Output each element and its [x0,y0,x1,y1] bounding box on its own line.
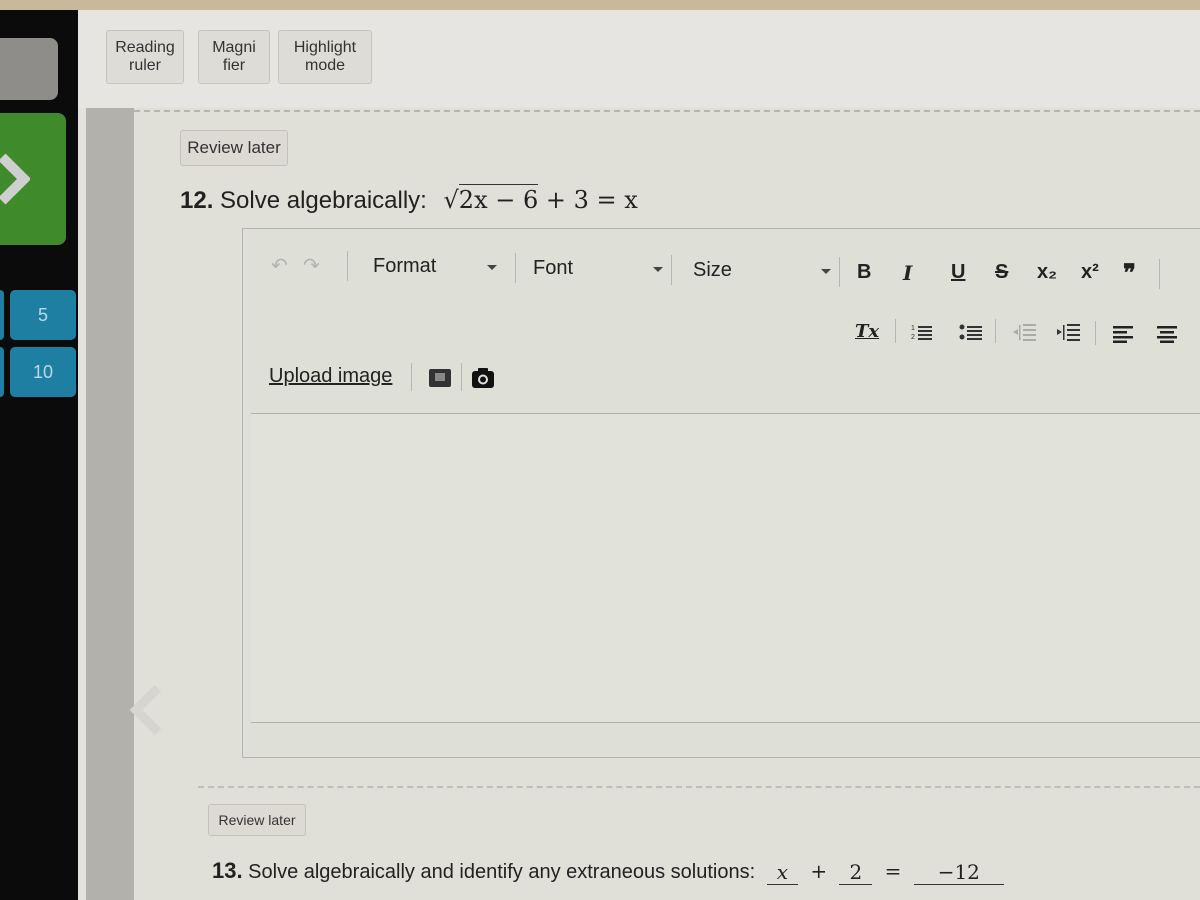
sqrt-symbol: √ [443,186,459,214]
redo-icon[interactable]: ↷ [303,253,320,278]
question-prompt: Solve algebraically and identify any ext… [248,861,756,883]
highlight-label-line2: mode [304,57,346,74]
svg-text:2: 2 [911,334,915,341]
size-dropdown[interactable]: Size [679,255,839,285]
fraction-3-numerator: −12 [913,860,1004,885]
reading-ruler-button[interactable]: Reading ruler [106,30,184,84]
equation-rest: + 3 = x [545,186,638,214]
question-equation: √2x − 6 + 3 = x [443,184,638,214]
align-center-icon[interactable] [1157,325,1179,343]
editor-toolbar: ↶ ↷ Format Font Size B I U S x₂ x² ❞ Tx … [243,229,1200,407]
previous-nav-tile[interactable] [0,38,58,100]
chevron-down-icon [487,265,497,270]
chevron-right-icon [0,153,30,205]
review-later-button-q13[interactable]: Review later [208,804,306,836]
fraction-3: −12 [913,860,1004,885]
radicand: 2x − 6 [458,184,539,214]
fraction-2: 2 [839,860,873,885]
increase-indent-icon[interactable] [1057,323,1081,341]
highlight-label-line1: Highlight [293,39,357,56]
magnifier-button[interactable]: Magni fier [198,30,270,84]
section-divider [198,786,1200,788]
italic-button[interactable]: I [903,261,912,285]
toolbar-separator [671,255,672,285]
format-dropdown[interactable]: Format [363,251,503,281]
monitor-bezel-top [0,0,1200,10]
numbered-list-icon[interactable]: 1 2 [911,323,933,341]
chevron-down-icon [821,269,831,274]
underline-button[interactable]: U [951,261,965,284]
chevron-down-icon [653,267,663,272]
question-tile-10[interactable]: 10 [10,347,76,397]
strikethrough-button[interactable]: S [995,261,1008,284]
accessibility-toolbar: Reading ruler Magni fier Highlight mode [78,10,1200,108]
upload-image-link[interactable]: Upload image [269,365,392,388]
toolbar-separator [347,251,348,281]
font-dropdown[interactable]: Font [523,253,663,283]
question-equation: x + 2 = −12 [761,859,1010,885]
highlight-mode-button[interactable]: Highlight mode [278,30,372,84]
blockquote-button[interactable]: ❞ [1123,259,1136,288]
decrease-indent-icon[interactable] [1013,323,1037,341]
reading-ruler-label-line1: Reading [115,39,175,56]
fraction-1-numerator: x [766,860,798,885]
font-dropdown-label: Font [533,257,574,279]
camera-icon[interactable] [471,367,495,389]
question-12-title: 12. Solve algebraically: √2x − 6 + 3 = x [180,184,638,215]
magnifier-label-line1: Magni [212,39,256,56]
toolbar-separator [411,363,412,391]
question-13-title: 13. Solve algebraically and identify any… [212,858,1010,885]
toolbar-separator [839,257,840,287]
toolbar-separator [1159,259,1160,289]
section-divider [134,110,1200,112]
review-later-button-q12[interactable]: Review later [180,130,288,166]
align-left-icon[interactable] [1113,325,1135,343]
chevron-left-icon[interactable] [128,682,164,742]
superscript-button[interactable]: x² [1081,261,1099,284]
toolbar-separator [1095,321,1096,345]
question-tile-edge[interactable] [0,290,4,340]
fraction-2-numerator: 2 [839,860,873,885]
question-tile-edge[interactable] [0,347,4,397]
toolbar-separator [895,319,896,343]
undo-icon[interactable]: ↶ [271,253,288,278]
toolbar-separator [461,363,462,391]
answer-text-area[interactable] [251,413,1200,723]
toolbar-separator [515,253,516,283]
format-dropdown-label: Format [373,255,437,277]
question-number: 13. [212,858,243,883]
test-content-area: Reading ruler Magni fier Highlight mode … [78,10,1200,900]
toolbar-separator [995,319,996,343]
magnifier-label-line2: fier [222,57,246,74]
question-tile-5[interactable]: 5 [10,290,76,340]
fraction-1: x [766,860,798,885]
remove-format-button[interactable]: Tx [855,321,879,342]
plus-sign: + [810,859,828,883]
question-prompt: Solve algebraically: [220,187,427,214]
svg-text:1: 1 [911,325,915,332]
bulleted-list-icon[interactable] [959,323,983,341]
equals-sign: = [884,859,902,883]
subscript-button[interactable]: x₂ [1037,261,1057,284]
next-question-button[interactable] [0,113,66,245]
bold-button[interactable]: B [857,261,871,284]
answer-editor: ↶ ↷ Format Font Size B I U S x₂ x² ❞ Tx … [242,228,1200,758]
size-dropdown-label: Size [693,259,732,281]
reading-ruler-label-line2: ruler [128,57,161,74]
question-number: 12. [180,187,214,214]
image-gallery-icon[interactable] [427,367,453,389]
question-navigation-panel: 5 10 [0,10,78,900]
